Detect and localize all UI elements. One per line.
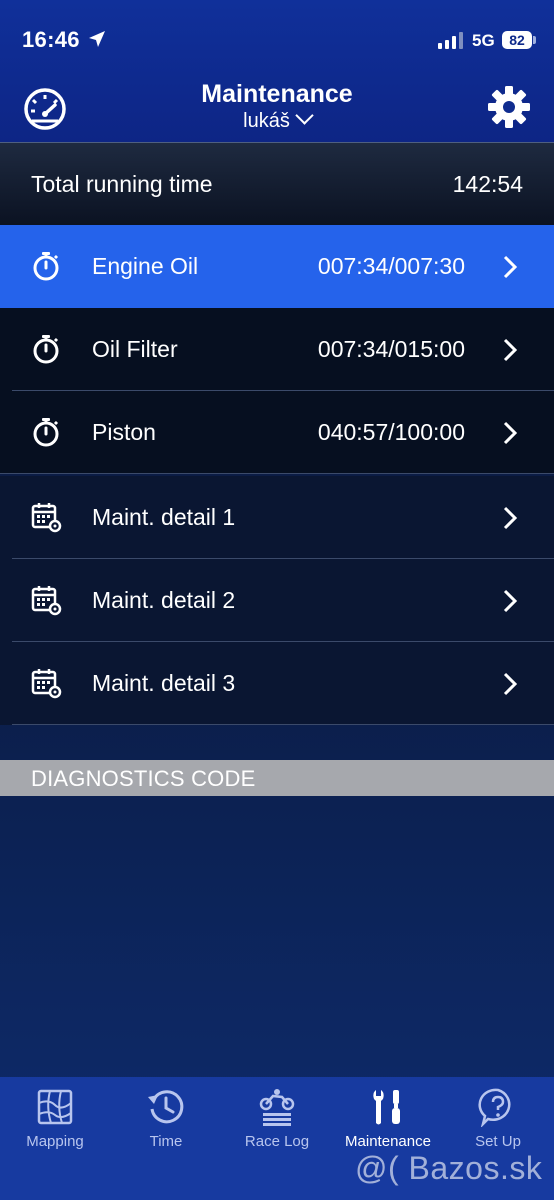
user-name: lukáš <box>243 110 290 132</box>
user-selector[interactable]: lukáš <box>0 106 554 133</box>
tab-race-log[interactable]: Race Log <box>222 1087 332 1150</box>
tab-label: Race Log <box>244 1133 310 1150</box>
chevron-right-icon <box>503 589 518 613</box>
chevron-right-icon <box>503 421 518 445</box>
item-value: 040:57/100:00 <box>317 419 465 445</box>
calendar-gear-icon <box>31 503 62 533</box>
divider <box>0 473 554 474</box>
tools-icon <box>373 1090 400 1125</box>
signal-icon <box>438 32 463 49</box>
item-label: Maint. detail 2 <box>92 587 236 613</box>
item-value: 007:34/007:30 <box>317 253 465 279</box>
page-title: Maintenance <box>201 80 353 108</box>
network-type: 5G <box>472 31 495 50</box>
status-time: 16:46 <box>22 27 80 52</box>
clock-icon <box>148 1090 184 1124</box>
chevron-right-icon <box>503 255 518 279</box>
item-value: 007:34/015:00 <box>317 336 465 362</box>
help-icon <box>478 1088 511 1127</box>
list-item-maint-detail-1[interactable]: Maint. detail 1 <box>0 476 554 559</box>
list-item-engine-oil[interactable]: Engine Oil 007:34/007:30 <box>0 225 554 308</box>
item-label: Piston <box>92 419 156 445</box>
item-label: Engine Oil <box>92 253 199 279</box>
battery-tip <box>533 36 536 44</box>
calendar-gear-icon <box>31 669 62 699</box>
battery-icon: 82 <box>502 31 532 49</box>
total-running-time-row: Total running time 142:54 <box>0 142 554 225</box>
stopwatch-icon <box>33 252 59 281</box>
tab-maintenance[interactable]: Maintenance <box>333 1087 443 1150</box>
divider <box>12 724 554 725</box>
motorbike-icon <box>259 1089 295 1126</box>
tab-label: Maintenance <box>345 1133 431 1150</box>
total-running-time-label: Total running time <box>31 171 213 197</box>
watermark: @( Bazos.sk <box>355 1150 543 1186</box>
list-item-maint-detail-3[interactable]: Maint. detail 3 <box>0 642 554 725</box>
map-icon <box>37 1089 73 1125</box>
tab-label: Time <box>149 1133 183 1150</box>
tab-label: Mapping <box>26 1133 84 1150</box>
list-item-maint-detail-2[interactable]: Maint. detail 2 <box>0 559 554 642</box>
diagnostics-code-header[interactable]: DIAGNOSTICS CODE <box>0 760 554 796</box>
chevron-down-icon <box>295 106 314 125</box>
chevron-right-icon <box>503 506 518 530</box>
list-item-oil-filter[interactable]: Oil Filter 007:34/015:00 <box>0 308 554 391</box>
tab-set-up[interactable]: Set Up <box>443 1087 553 1150</box>
stopwatch-icon <box>33 335 59 364</box>
calendar-gear-icon <box>31 586 62 616</box>
item-label: Maint. detail 3 <box>92 670 236 696</box>
total-running-time-value: 142:54 <box>452 171 523 197</box>
chevron-right-icon <box>503 672 518 696</box>
tab-mapping[interactable]: Mapping <box>0 1087 110 1150</box>
tab-label: Set Up <box>475 1133 521 1150</box>
tab-time[interactable]: Time <box>111 1087 221 1150</box>
location-arrow-icon <box>89 31 105 47</box>
stopwatch-icon <box>33 418 59 447</box>
item-label: Maint. detail 1 <box>92 504 236 530</box>
gear-icon[interactable] <box>486 84 532 130</box>
chevron-right-icon <box>503 338 518 362</box>
item-label: Oil Filter <box>92 336 178 362</box>
list-item-piston[interactable]: Piston 040:57/100:00 <box>0 391 554 474</box>
